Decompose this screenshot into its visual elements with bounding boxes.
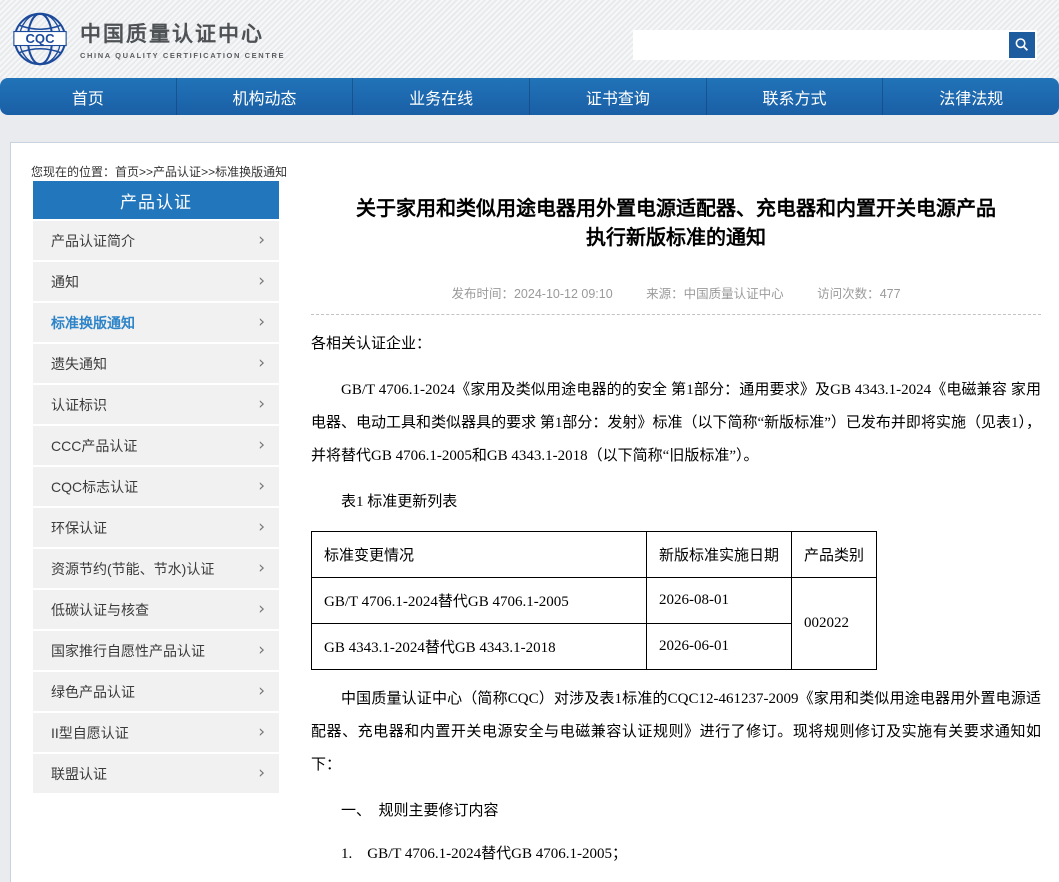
chevron-right-icon: › [258,478,265,495]
chevron-right-icon: › [258,273,265,290]
source-label: 来源： [646,287,684,301]
nav-item-contact[interactable]: 联系方式 [706,78,883,115]
col-header-change: 标准变更情况 [312,532,647,578]
chevron-right-icon: › [258,232,265,249]
sidebar-item-loss-notice[interactable]: 遗失通知› [33,344,279,383]
breadcrumb: 您现在的位置：首页>>产品认证>>标准换版通知 [11,143,1059,181]
breadcrumb-link-standard-change[interactable]: 标准换版通知 [215,165,287,179]
cqc-acronym: CQC [26,31,56,46]
sidebar-item-cert-mark[interactable]: 认证标识› [33,385,279,424]
chevron-right-icon: › [258,601,265,618]
col-header-category: 产品类别 [792,532,877,578]
sidebar-title: 产品认证 [33,181,279,219]
paragraph-revision: 中国质量认证中心（简称CQC）对涉及表1标准的CQC12-461237-2009… [311,683,1041,782]
nav-item-news[interactable]: 机构动态 [176,78,353,115]
sidebar-item-ccc-cert[interactable]: CCC产品认证› [33,426,279,465]
chevron-right-icon: › [258,560,265,577]
cell-change-1: GB/T 4706.1-2024替代GB 4706.1-2005 [312,578,647,624]
article-title: 关于家用和类似用途电器用外置电源适配器、充电器和内置开关电源产品 执行新版标准的… [311,195,1041,253]
search-input[interactable] [633,30,1009,60]
paragraph-intro: GB/T 4706.1-2024《家用及类似用途电器的的安全 第1部分：通用要求… [311,374,1041,473]
article-body: 各相关认证企业： GB/T 4706.1-2024《家用及类似用途电器的的安全 … [311,328,1041,882]
site-logo[interactable]: CQC 中国质量认证中心 CHINA QUALITY CERTIFICATION… [12,11,285,67]
nav-item-home[interactable]: 首页 [0,78,176,115]
article-area: 关于家用和类似用途电器用外置电源适配器、充电器和内置开关电源产品 执行新版标准的… [311,181,1041,882]
sidebar-item-cqc-mark-cert[interactable]: CQC标志认证› [33,467,279,506]
views-value: 477 [880,287,901,301]
chevron-right-icon: › [258,642,265,659]
chevron-right-icon: › [258,519,265,536]
breadcrumb-separator: >> [139,165,153,179]
paragraph-companies: 各相关认证企业： [311,328,1041,361]
cell-date-2: 2026-06-01 [647,624,792,670]
sidebar-item-resource-saving-cert[interactable]: 资源节约(节能、节水)认证› [33,549,279,588]
breadcrumb-separator: >> [201,165,215,179]
cell-category: 002022 [792,578,877,670]
views-label: 访问次数： [817,287,880,301]
site-header: CQC 中国质量认证中心 CHINA QUALITY CERTIFICATION… [0,0,1059,78]
sidebar-item-alliance-cert[interactable]: 联盟认证› [33,754,279,793]
table-caption: 表1 标准更新列表 [311,486,1041,519]
cell-change-2: GB 4343.1-2024替代GB 4343.1-2018 [312,624,647,670]
sidebar: 产品认证 产品认证简介› 通知› 标准换版通知› 遗失通知› 认证标识› CCC… [33,181,279,793]
sidebar-item-low-carbon-cert[interactable]: 低碳认证与核查› [33,590,279,629]
site-title: 中国质量认证中心 [80,18,285,48]
sidebar-item-type2-voluntary-cert[interactable]: II型自愿认证› [33,713,279,752]
site-subtitle: CHINA QUALITY CERTIFICATION CENTRE [80,51,285,60]
section-heading-1: 一、 规则主要修订内容 [311,795,1041,828]
search-icon [1014,37,1030,53]
publish-time-value: 2024-10-12 09:10 [514,287,613,301]
sidebar-item-green-product-cert[interactable]: 绿色产品认证› [33,672,279,711]
search-button[interactable] [1009,32,1035,58]
nav-item-certificate-query[interactable]: 证书查询 [529,78,706,115]
sidebar-item-notice[interactable]: 通知› [33,262,279,301]
chevron-right-icon: › [258,396,265,413]
sidebar-item-standard-change-notice[interactable]: 标准换版通知› [33,303,279,342]
sidebar-item-national-voluntary-cert[interactable]: 国家推行自愿性产品认证› [33,631,279,670]
table-row: GB/T 4706.1-2024替代GB 4706.1-2005 2026-08… [312,578,877,624]
nav-item-online-business[interactable]: 业务在线 [352,78,529,115]
chevron-right-icon: › [258,724,265,741]
standards-update-table: 标准变更情况 新版标准实施日期 产品类别 GB/T 4706.1-2024替代G… [311,531,877,670]
list-item-1: 1. GB/T 4706.1-2024替代GB 4706.1-2005； [311,838,1041,871]
chevron-right-icon: › [258,355,265,372]
cqc-globe-icon: CQC [12,11,68,67]
table-header-row: 标准变更情况 新版标准实施日期 产品类别 [312,532,877,578]
chevron-right-icon: › [258,314,265,331]
nav-item-laws[interactable]: 法律法规 [882,78,1059,115]
cell-date-1: 2026-08-01 [647,578,792,624]
sidebar-item-product-cert-intro[interactable]: 产品认证简介› [33,221,279,260]
source-value: 中国质量认证中心 [684,287,784,301]
main-nav: 首页 机构动态 业务在线 证书查询 联系方式 法律法规 [0,78,1059,115]
chevron-right-icon: › [258,437,265,454]
breadcrumb-link-product-cert[interactable]: 产品认证 [153,165,201,179]
breadcrumb-link-home[interactable]: 首页 [115,165,139,179]
breadcrumb-label: 您现在的位置： [31,165,115,179]
col-header-date: 新版标准实施日期 [647,532,792,578]
chevron-right-icon: › [258,765,265,782]
content-panel: 您现在的位置：首页>>产品认证>>标准换版通知 产品认证 产品认证简介› 通知›… [10,142,1059,882]
sidebar-item-environment-cert[interactable]: 环保认证› [33,508,279,547]
publish-time-label: 发布时间： [451,287,514,301]
chevron-right-icon: › [258,683,265,700]
search-box [633,30,1037,60]
article-meta: 发布时间：2024-10-12 09:10 来源：中国质量认证中心 访问次数：4… [311,283,1041,315]
